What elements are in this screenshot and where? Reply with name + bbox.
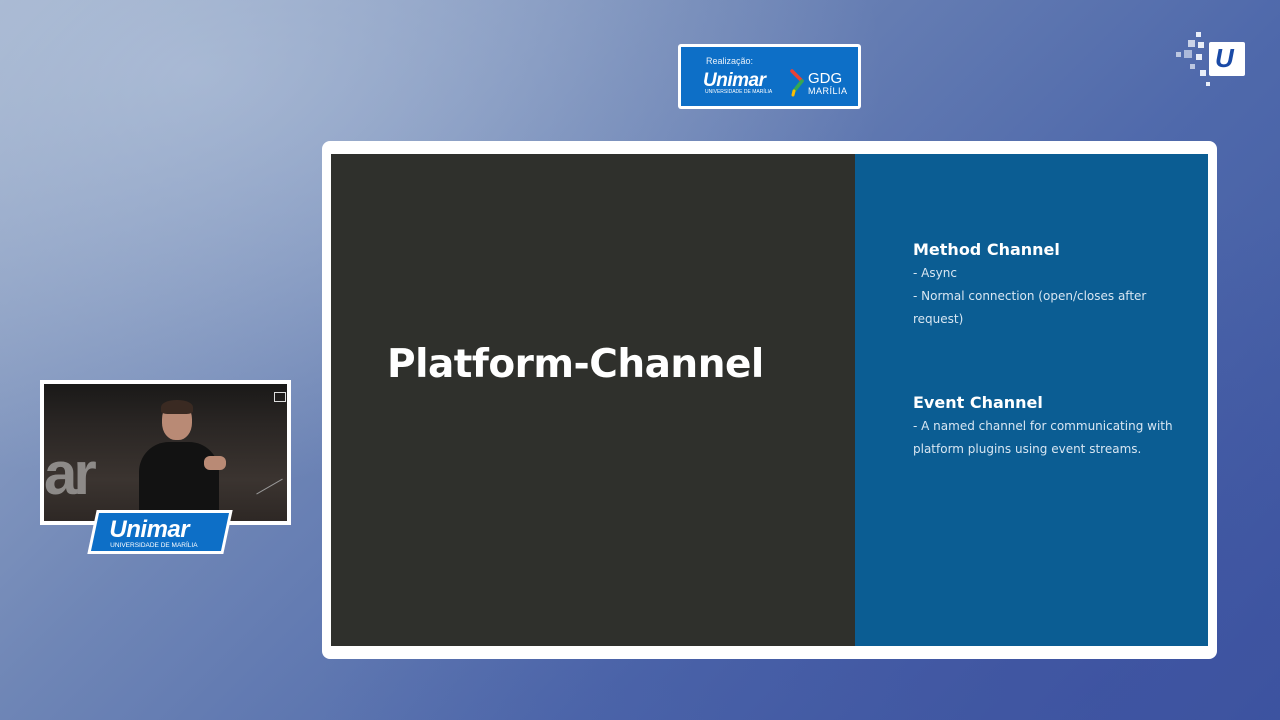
method-channel-heading: Method Channel [913, 240, 1060, 259]
slide-title: Platform-Channel [387, 342, 764, 387]
pixel-deco [1196, 32, 1201, 37]
unimar-badge-logo: Unimar [109, 516, 190, 543]
unimar-badge-subtitle: UNIVERSIDADE DE MARÍLIA [110, 542, 198, 549]
slide-right-panel: Method Channel - Async - Normal connecti… [855, 154, 1208, 646]
event-channel-line: - A named channel for communicating with [913, 419, 1173, 433]
sponsor-card-inner: Realização: Unimar UNIVERSIDADE DE MARÍL… [681, 47, 858, 106]
slide-frame: Platform-Channel Method Channel - Async … [322, 141, 1217, 659]
camera-overlay-icon [274, 392, 286, 402]
speaker-hair [161, 400, 193, 414]
speaker-camera-frame: ar [40, 380, 291, 525]
stage-light [256, 478, 287, 521]
pixel-deco [1176, 52, 1181, 57]
slide-left-panel: Platform-Channel [331, 154, 855, 646]
method-channel-line: request) [913, 312, 964, 326]
gdg-chevron-icon [790, 69, 804, 97]
unimar-badge: Unimar UNIVERSIDADE DE MARÍLIA [87, 510, 233, 554]
speaker-hand [204, 456, 226, 470]
gdg-logo-title: GDG [808, 70, 843, 87]
event-channel-line: platform plugins using event streams. [913, 442, 1142, 456]
corner-u-logo: U [1174, 30, 1249, 90]
speaker-camera-feed: ar [44, 384, 287, 521]
pixel-deco [1200, 70, 1206, 76]
pixel-deco [1198, 42, 1204, 48]
unimar-badge-inner: Unimar UNIVERSIDADE DE MARÍLIA [90, 513, 230, 551]
slide: Platform-Channel Method Channel - Async … [331, 154, 1208, 646]
method-channel-line: - Normal connection (open/closes after [913, 289, 1147, 303]
unimar-logo-subtitle: UNIVERSIDADE DE MARÍLIA [705, 89, 773, 95]
pixel-deco [1190, 64, 1195, 69]
sponsor-card: Realização: Unimar UNIVERSIDADE DE MARÍL… [678, 44, 861, 109]
pixel-deco [1196, 54, 1202, 60]
sponsor-caption: Realização: [706, 56, 754, 66]
gdg-logo-subtitle: MARÍLIA [808, 86, 848, 96]
backdrop-sign: ar [44, 440, 97, 507]
method-channel-line: - Async [913, 266, 957, 280]
pixel-deco [1188, 40, 1195, 47]
event-channel-heading: Event Channel [913, 393, 1043, 412]
pixel-deco [1184, 50, 1192, 58]
pixel-deco [1206, 82, 1210, 86]
u-logo-letter: U [1215, 43, 1234, 73]
